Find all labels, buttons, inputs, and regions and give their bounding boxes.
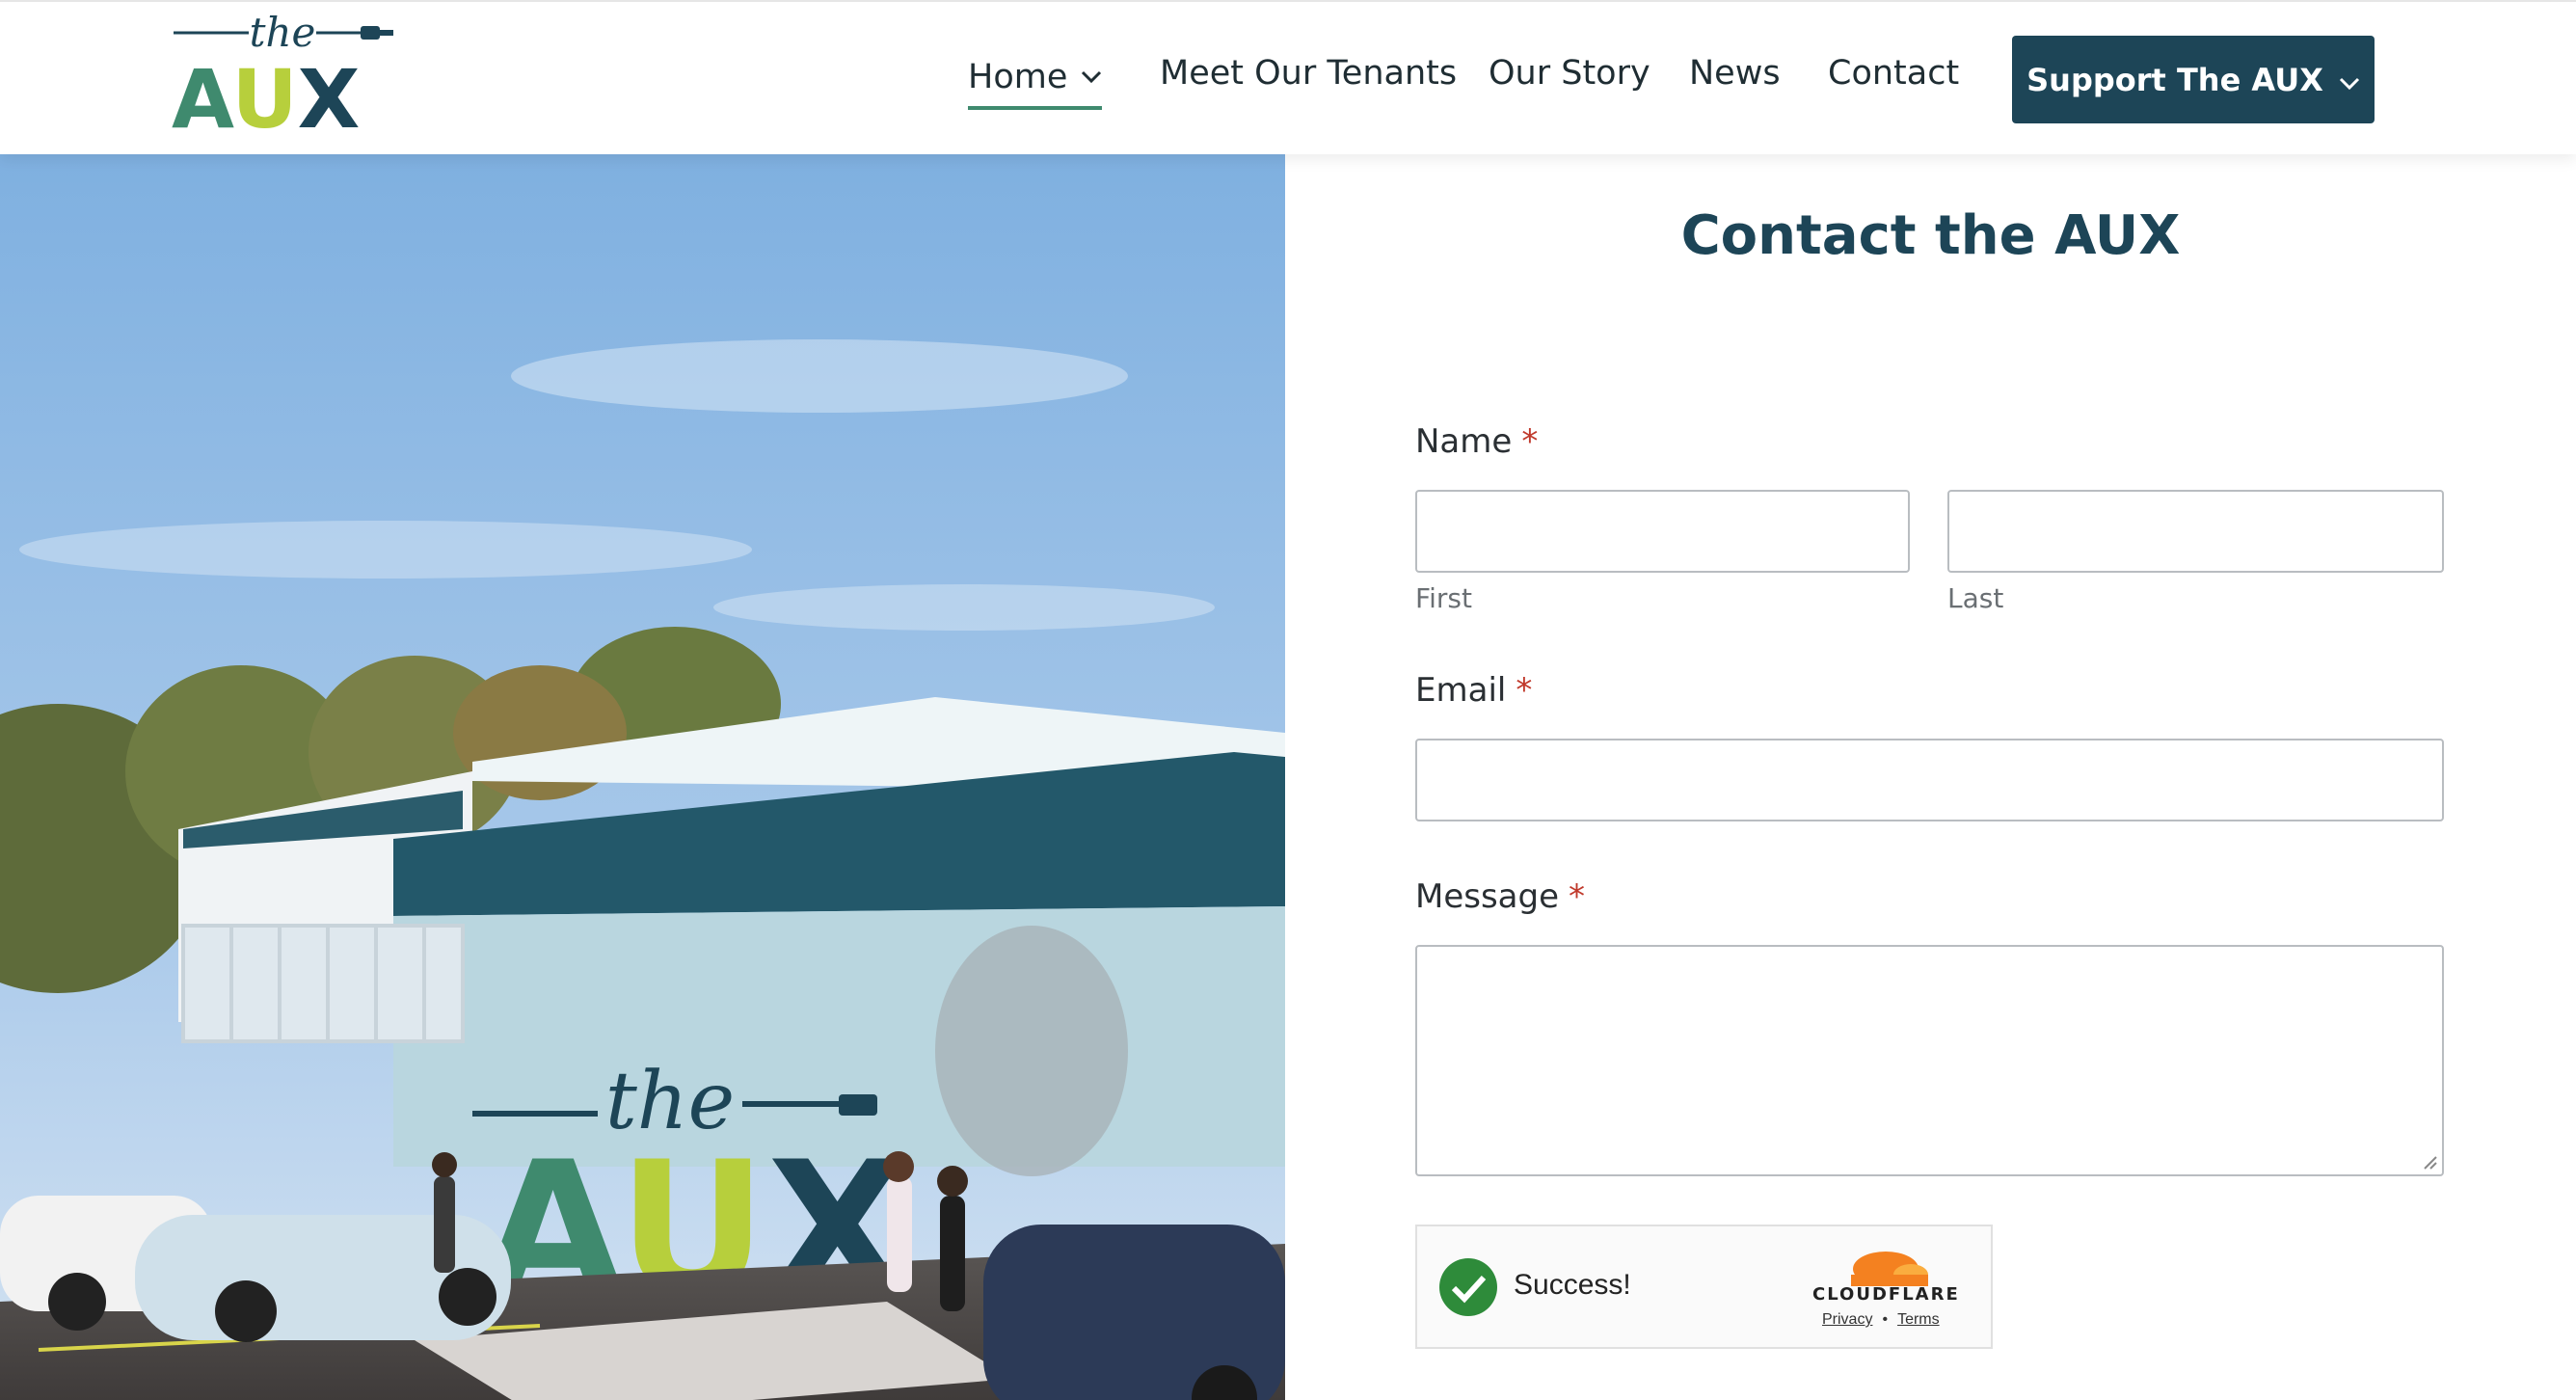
name-label-text: Name bbox=[1415, 422, 1513, 461]
first-name-input[interactable] bbox=[1415, 490, 1910, 573]
cloudflare-cloud-icon bbox=[1851, 1252, 1928, 1286]
last-name-input[interactable] bbox=[1947, 490, 2444, 573]
captcha-status: Success! bbox=[1514, 1269, 1631, 1301]
nav-contact[interactable]: Contact bbox=[1828, 54, 1959, 93]
first-sublabel: First bbox=[1415, 582, 1472, 614]
cloudflare-turnstile-widget[interactable]: Success! CLOUDFLARE Privacy • Terms bbox=[1415, 1225, 1993, 1349]
required-mark: * bbox=[1516, 671, 1533, 710]
email-label: Email * bbox=[1415, 671, 1532, 710]
chevron-down-icon bbox=[1081, 54, 1102, 93]
last-sublabel: Last bbox=[1947, 582, 2004, 614]
link-separator: • bbox=[1882, 1311, 1889, 1328]
name-label: Name * bbox=[1415, 422, 1538, 461]
nav-news[interactable]: News bbox=[1689, 54, 1781, 93]
cloudflare-links: Privacy • Terms bbox=[1822, 1311, 1940, 1329]
privacy-link[interactable]: Privacy bbox=[1822, 1311, 1872, 1328]
message-label: Message * bbox=[1415, 877, 1585, 916]
email-input[interactable] bbox=[1415, 739, 2444, 821]
required-mark: * bbox=[1521, 422, 1539, 461]
site-header: the AUX Home Meet Our Tenants Our Story … bbox=[0, 0, 2576, 154]
logo-big-word: AUX bbox=[172, 52, 360, 131]
nav-home-label: Home bbox=[968, 58, 1068, 96]
nav-active-indicator bbox=[968, 106, 1102, 110]
nav-home[interactable]: Home bbox=[968, 54, 1102, 96]
support-button-label: Support The AUX bbox=[2026, 61, 2323, 98]
logo-small-word: the bbox=[250, 12, 316, 56]
success-check-icon bbox=[1439, 1258, 1497, 1316]
message-label-text: Message bbox=[1415, 877, 1560, 916]
cloudflare-wordmark: CLOUDFLARE bbox=[1812, 1284, 1960, 1305]
form-title: Contact the AUX bbox=[1680, 204, 2181, 267]
site-logo[interactable]: the AUX bbox=[172, 12, 395, 131]
email-label-text: Email bbox=[1415, 671, 1507, 710]
hero-image: the AUX bbox=[0, 154, 1285, 1400]
nav-our-story[interactable]: Our Story bbox=[1489, 54, 1650, 93]
message-textarea[interactable] bbox=[1415, 945, 2444, 1176]
contact-form: Contact the AUX Name * First Last Email * … bbox=[1285, 154, 2576, 1400]
support-the-aux-button[interactable]: Support The AUX bbox=[2012, 36, 2375, 123]
nav-meet-our-tenants[interactable]: Meet Our Tenants bbox=[1160, 54, 1457, 93]
terms-link[interactable]: Terms bbox=[1897, 1311, 1940, 1328]
chevron-down-icon bbox=[2339, 62, 2360, 98]
required-mark: * bbox=[1569, 877, 1586, 916]
resize-handle-icon[interactable] bbox=[2421, 1153, 2438, 1171]
